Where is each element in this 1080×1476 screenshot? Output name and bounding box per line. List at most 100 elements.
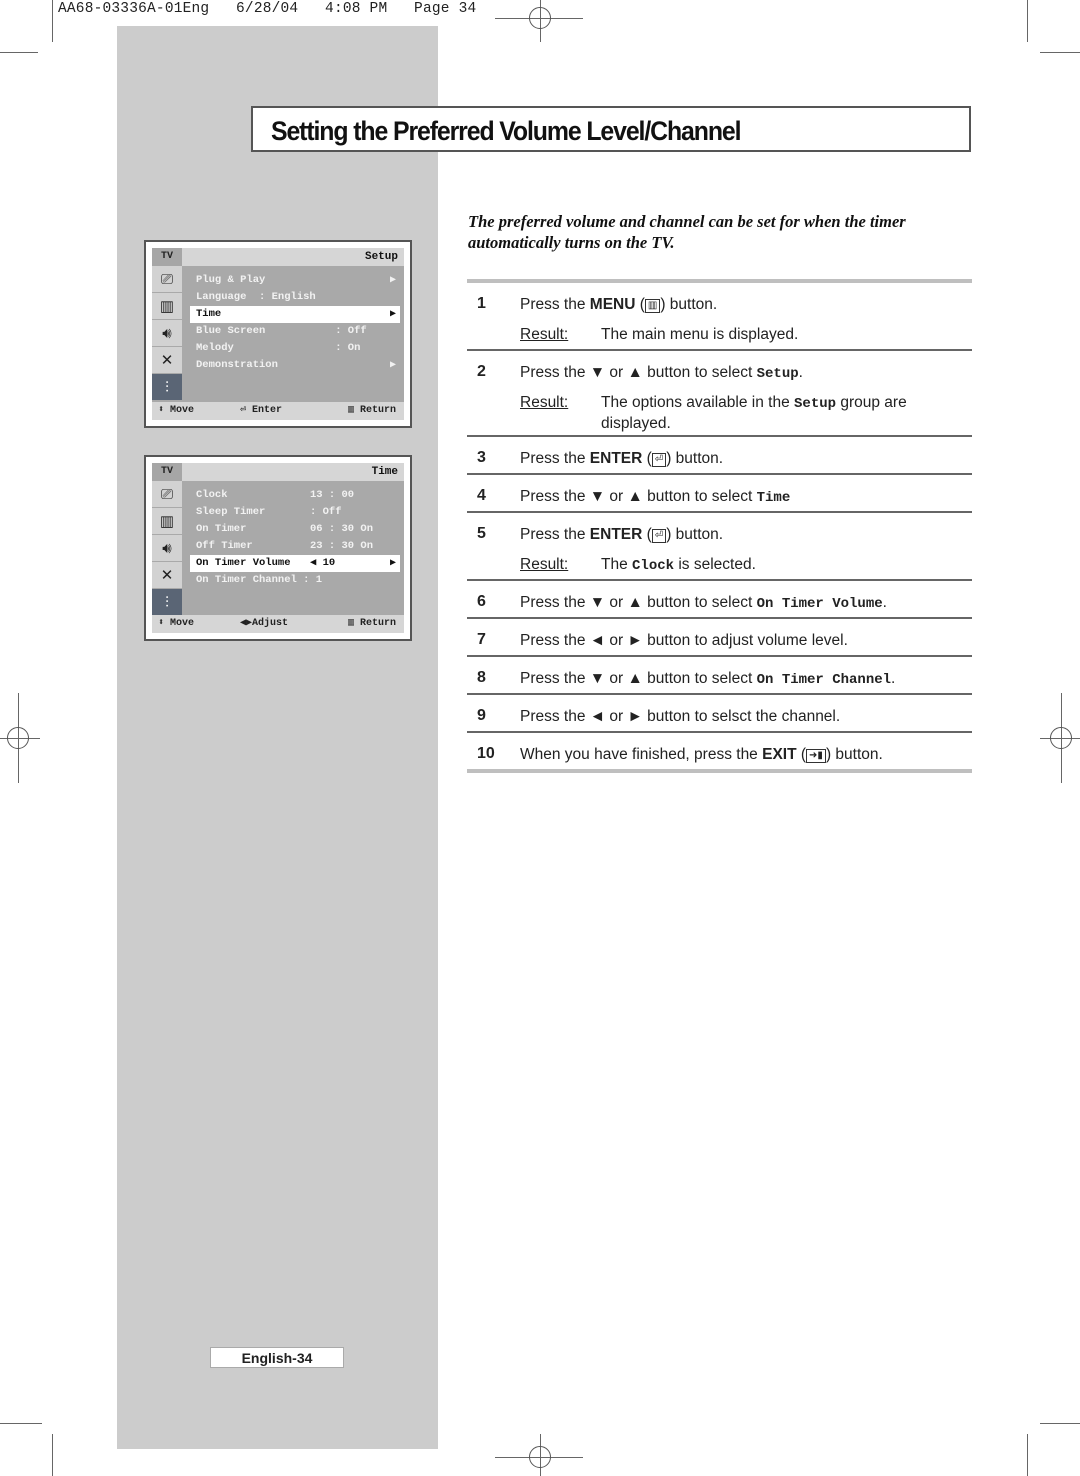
osd-item-label: Blue Screen <box>196 325 266 337</box>
sound-icon[interactable]: 🔊︎ <box>152 535 182 561</box>
enter-icon: ⏎ <box>651 529 667 543</box>
step-number: 2 <box>477 363 486 380</box>
sound-icon[interactable]: 🔊︎ <box>152 320 182 346</box>
osd-menu-item[interactable]: Off Timer 23 : 30 On <box>190 538 400 555</box>
result-label: Result: <box>520 326 569 343</box>
osd-footer-move: ⬍ Move <box>158 405 195 416</box>
divider <box>467 769 972 773</box>
osd-item-label: On Timer Volume <box>196 557 291 569</box>
step-text: Press the ▼ or ▲ button to select On Tim… <box>520 670 896 688</box>
osd-item-label: Clock <box>196 489 228 501</box>
step-item: 5 Press the ENTER (⏎) button. Result: The C… <box>467 513 972 579</box>
button-name: EXIT <box>762 746 797 763</box>
osd-footer-move: ⬍ Move <box>158 618 195 629</box>
osd-item-value: 06 : 30 On <box>310 523 374 535</box>
osd-item-label: Plug & Play <box>196 274 266 286</box>
setup-icon[interactable]: ⫶ <box>152 374 182 400</box>
menu-item-name: Time <box>756 490 791 506</box>
step-text: Press the ENTER (⏎) button. <box>520 526 724 543</box>
osd-menu-item[interactable]: Plug & Play ▶ <box>190 272 400 289</box>
osd-item-value: ◀ 10 <box>310 557 336 569</box>
osd-item-value: : Off <box>310 325 367 337</box>
step-item: 2 Press the ▼ or ▲ button to select Setup… <box>467 351 972 435</box>
enter-icon: ⏎ <box>651 453 667 467</box>
picture-icon[interactable]: ▥ <box>152 508 182 534</box>
step-text: Press the MENU (▥) button. <box>520 296 718 313</box>
arrow-right-icon: ▶ <box>389 309 396 320</box>
input-icon[interactable]: ⎚ <box>152 266 182 292</box>
page-number: English-34 <box>210 1347 344 1368</box>
step-item: 3 Press the ENTER (⏎) button. <box>467 437 972 473</box>
osd-menu-item[interactable]: On Timer Channel : 1 <box>190 572 400 589</box>
menu-item-name: On Timer Channel <box>756 672 892 688</box>
osd-menu-rows: Clock 13 : 00 Sleep Timer : Off On Timer 06 :… <box>190 487 400 589</box>
page-title: Setting the Preferred Volume Level/Chann… <box>271 116 742 146</box>
result-text: The options available in the Setup group… <box>601 394 907 432</box>
step-item: 4 Press the ▼ or ▲ button to select Time <box>467 475 972 511</box>
arrow-right-icon: ▶ <box>389 558 396 569</box>
arrow-right-icon: ▶ <box>389 360 396 371</box>
title-box: Setting the Preferred Volume Level/Chann… <box>251 106 971 152</box>
menu-item-name: Setup <box>756 366 799 382</box>
step-text: Press the ▼ or ▲ button to select Setup. <box>520 364 803 382</box>
osd-menu-item[interactable]: Blue Screen : Off <box>190 323 400 340</box>
osd-menu-item[interactable]: Clock 13 : 00 <box>190 487 400 504</box>
osd-menu-item[interactable]: Language : English <box>190 289 400 306</box>
step-list: 1 Press the MENU (▥) button. Result: The ma… <box>467 279 972 773</box>
step-item: 10 When you have finished, press the EXIT… <box>467 733 972 769</box>
channel-icon[interactable]: ✕ <box>152 347 182 373</box>
osd-screen: TV Setup ⎚ ▥ 🔊︎ ✕ ⫶ Plug & Play ▶ Language : Engl… <box>152 248 404 420</box>
menu-item-name: On Timer Volume <box>756 596 883 612</box>
arrow-right-icon: ▶ <box>389 275 396 286</box>
osd-footer-return: ▥ Return <box>347 405 396 416</box>
step-item: 8 Press the ▼ or ▲ button to select On Ti… <box>467 657 972 693</box>
osd-menu-item[interactable]: On Timer Volume ◀ 10 ▶ <box>190 555 400 572</box>
result-label: Result: <box>520 394 569 411</box>
osd-menu-item[interactable]: Sleep Timer : Off <box>190 504 400 521</box>
button-name: MENU <box>589 296 636 313</box>
step-item: 9 Press the ◄ or ► button to selsct the c… <box>467 695 972 731</box>
button-name: ENTER <box>589 526 643 543</box>
osd-side-icons: ⎚ ▥ 🔊︎ ✕ ⫶ <box>152 481 182 616</box>
osd-item-label: Sleep Timer <box>196 506 266 518</box>
osd-item-value: 13 : 00 <box>310 489 355 501</box>
osd-screen: TV Time ⎚ ▥ 🔊︎ ✕ ⫶ Clock 13 : 00 Sleep Timer : Off… <box>152 463 404 633</box>
step-number: 7 <box>477 631 486 648</box>
osd-menu-title: Setup <box>364 251 398 263</box>
osd-item-label: Demonstration <box>196 359 278 371</box>
osd-menu-title: Time <box>371 466 398 478</box>
channel-icon[interactable]: ✕ <box>152 562 182 588</box>
step-number: 1 <box>477 295 486 312</box>
osd-menu-item[interactable]: On Timer 06 : 30 On <box>190 521 400 538</box>
osd-footer-action: ⏎ Enter <box>240 405 283 416</box>
step-text: When you have finished, press the EXIT (… <box>520 746 883 763</box>
menu-item-name: Setup <box>794 396 837 412</box>
step-number: 10 <box>477 745 495 762</box>
osd-item-label: On Timer <box>196 523 247 535</box>
osd-item-value: : Off <box>310 506 342 518</box>
osd-footer-return: ▥ Return <box>347 618 396 629</box>
osd-item-label: Off Timer <box>196 540 253 552</box>
osd-menu-item[interactable]: Time ▶ <box>190 306 400 323</box>
picture-icon[interactable]: ▥ <box>152 293 182 319</box>
osd-header: TV Time <box>152 463 404 481</box>
menu-icon: ▥ <box>644 299 661 313</box>
result-text: The main menu is displayed. <box>601 326 799 343</box>
osd-menu-item[interactable]: Demonstration ▶ <box>190 357 400 374</box>
osd-footer: ⬍ Move ◀▶Adjust ▥ Return <box>152 615 404 633</box>
step-text: Press the ENTER (⏎) button. <box>520 450 724 467</box>
step-text: Press the ▼ or ▲ button to select On Tim… <box>520 594 887 612</box>
osd-footer-action: ◀▶Adjust <box>240 618 289 629</box>
osd-item-value: : On <box>310 342 361 354</box>
result-text: The Clock is selected. <box>601 556 756 574</box>
step-text: Press the ◄ or ► button to selsct the ch… <box>520 708 841 725</box>
osd-item-label: On Timer Channel : 1 <box>196 574 323 586</box>
osd-setup-menu: TV Setup ⎚ ▥ 🔊︎ ✕ ⫶ Plug & Play ▶ Language : Engl… <box>144 240 412 428</box>
setup-icon[interactable]: ⫶ <box>152 589 182 615</box>
osd-tv-label: TV <box>152 248 182 266</box>
osd-tv-label: TV <box>152 463 182 481</box>
input-icon[interactable]: ⎚ <box>152 481 182 507</box>
step-number: 8 <box>477 669 486 686</box>
osd-menu-rows: Plug & Play ▶ Language : English Time ▶ Blue … <box>190 272 400 374</box>
osd-menu-item[interactable]: Melody : On <box>190 340 400 357</box>
